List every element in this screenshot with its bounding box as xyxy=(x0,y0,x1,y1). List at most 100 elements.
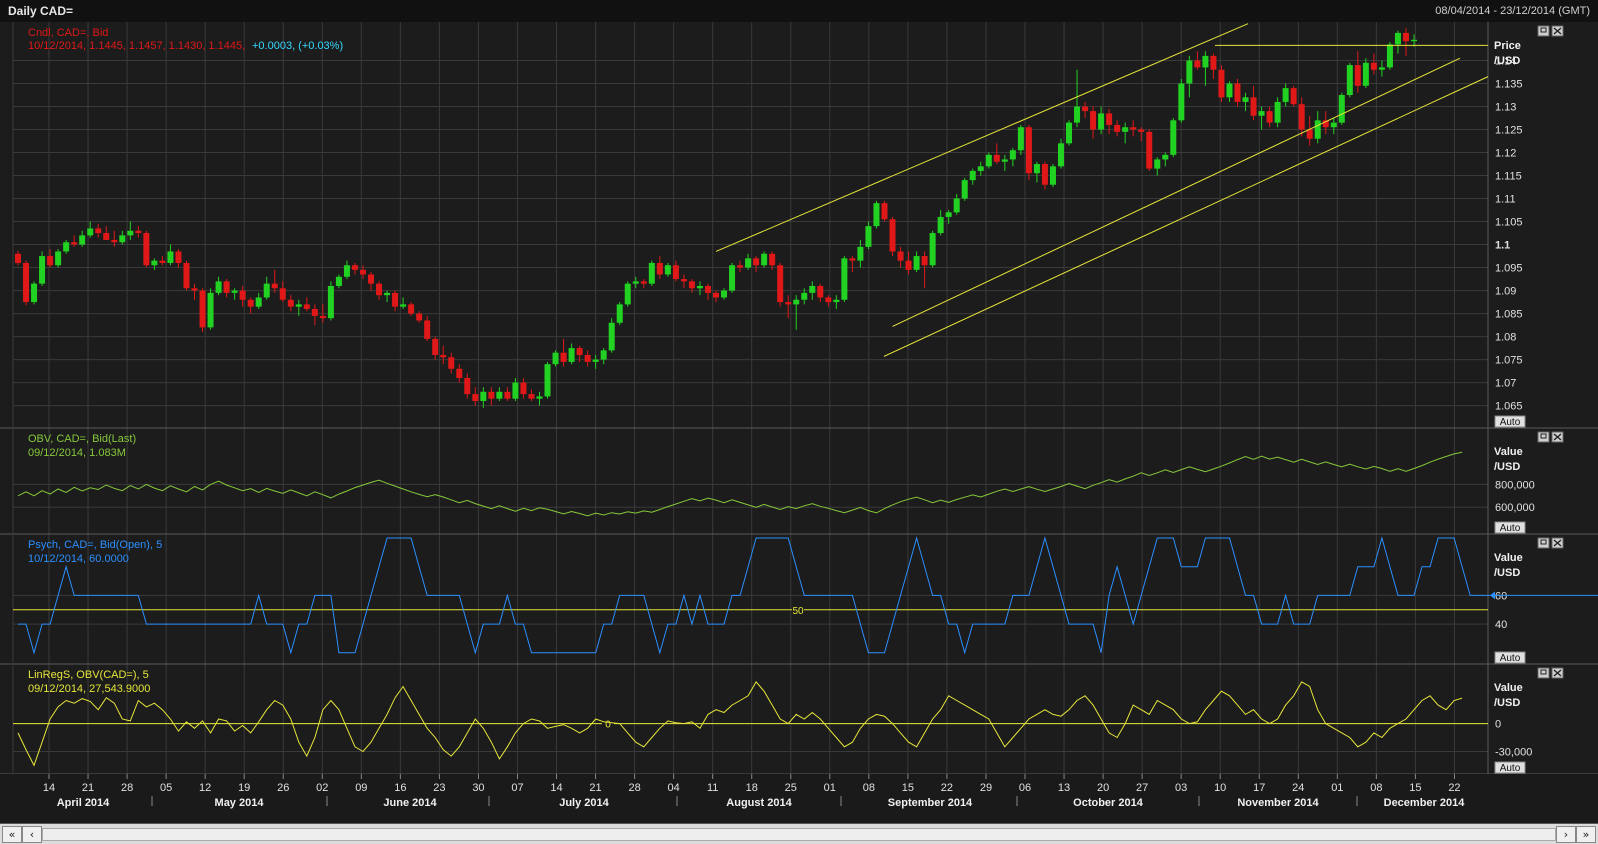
y-tick-label: 1.125 xyxy=(1495,125,1523,137)
y-tick-label: 1.11 xyxy=(1495,194,1516,206)
candle xyxy=(1033,164,1040,174)
candle xyxy=(271,283,278,289)
candle xyxy=(1298,104,1305,130)
candle xyxy=(143,233,150,266)
candle xyxy=(215,281,222,293)
candle xyxy=(1234,83,1241,102)
y-tick-label: 1.08 xyxy=(1495,332,1516,344)
candle xyxy=(416,313,423,321)
legend-title: OBV, CAD=, Bid(Last) xyxy=(28,433,136,445)
candle xyxy=(127,230,134,236)
candle xyxy=(953,198,960,213)
candle xyxy=(1250,97,1257,116)
month-label: December 2014 xyxy=(1384,797,1466,809)
candle xyxy=(568,348,575,362)
candle xyxy=(480,391,487,401)
time-tick-label: 29 xyxy=(980,782,992,794)
candle xyxy=(1218,69,1225,98)
time-tick-label: 14 xyxy=(43,782,55,794)
candle xyxy=(1186,60,1193,84)
candle xyxy=(1314,120,1321,139)
candle xyxy=(392,292,399,307)
candle xyxy=(31,283,38,303)
time-tick-label: 18 xyxy=(746,782,758,794)
candle xyxy=(1098,113,1105,130)
candle xyxy=(408,304,415,314)
candle xyxy=(1282,88,1289,102)
month-label: April 2014 xyxy=(57,797,110,809)
candle xyxy=(79,235,86,245)
candle xyxy=(1178,83,1185,121)
candle xyxy=(753,258,760,266)
chart-canvas[interactable]: 1.141.1351.131.1251.121.1151.111.1051.11… xyxy=(0,22,1598,823)
candle xyxy=(825,297,832,303)
candle xyxy=(111,239,118,243)
candle xyxy=(1226,83,1233,98)
candle xyxy=(1210,55,1217,70)
candle xyxy=(785,302,792,305)
candle xyxy=(400,304,407,307)
candle xyxy=(664,265,671,275)
candle xyxy=(103,233,110,240)
y-tick-label: 0 xyxy=(1495,719,1501,731)
candle xyxy=(905,260,912,270)
candle xyxy=(584,354,591,362)
candle xyxy=(1146,131,1153,169)
time-tick-label: 04 xyxy=(668,782,680,794)
chart-title: Daily CAD= xyxy=(8,4,74,18)
unit-label: Value xyxy=(1494,682,1523,694)
candle xyxy=(303,304,310,309)
candle xyxy=(520,382,527,395)
candle xyxy=(592,359,599,362)
legend-candle-change: +0.0003, (+0.03%) xyxy=(252,40,343,52)
auto-scale-label: Auto xyxy=(1500,417,1521,428)
legend-candle-title: Cndl, CAD=, Bid xyxy=(28,27,108,39)
time-tick-label: 13 xyxy=(1058,782,1070,794)
y-tick-label: 1.135 xyxy=(1495,79,1523,91)
candle xyxy=(1090,111,1097,130)
candle xyxy=(793,299,800,305)
candle xyxy=(1122,127,1129,132)
scroll-left-icon[interactable]: ‹ xyxy=(22,826,42,843)
candle xyxy=(368,274,375,284)
scroll-right-icon[interactable]: › xyxy=(1556,826,1576,843)
legend-candle-values: 10/12/2014, 1.1445, 1.1457, 1.1430, 1.14… xyxy=(28,40,245,52)
month-label: October 2014 xyxy=(1073,797,1144,809)
candle xyxy=(881,203,888,220)
candle xyxy=(937,216,944,234)
candle xyxy=(279,288,286,300)
candle xyxy=(696,285,703,289)
scroll-fast-forward-icon[interactable]: » xyxy=(1576,826,1596,843)
time-tick-label: 30 xyxy=(472,782,484,794)
candle xyxy=(496,391,503,399)
candle xyxy=(1402,32,1409,42)
time-scrollbar[interactable]: « ‹ › » xyxy=(0,823,1598,844)
candle xyxy=(255,297,262,307)
candle xyxy=(921,256,928,266)
candle xyxy=(761,253,768,266)
candle xyxy=(616,304,623,323)
candle xyxy=(1106,113,1113,125)
y-tick-label: 1.095 xyxy=(1495,263,1523,275)
candle xyxy=(688,281,695,289)
legend-title: LinRegS, OBV(CAD=), 5 xyxy=(28,669,149,681)
candle xyxy=(1274,101,1281,123)
candle xyxy=(969,170,976,181)
time-tick-label: 05 xyxy=(160,782,172,794)
candle xyxy=(1138,129,1145,132)
candle xyxy=(536,396,543,399)
candle xyxy=(1114,124,1121,132)
month-label: September 2014 xyxy=(888,797,973,809)
month-label: August 2014 xyxy=(726,797,792,809)
scroll-track[interactable] xyxy=(42,828,1556,841)
month-label: July 2014 xyxy=(559,797,609,809)
scroll-fast-back-icon[interactable]: « xyxy=(2,826,22,843)
candle xyxy=(849,258,856,261)
y-tick-label: 1.13 xyxy=(1495,102,1516,114)
candle xyxy=(23,262,30,303)
legend-title: Psych, CAD=, Bid(Open), 5 xyxy=(28,539,162,551)
candle xyxy=(1066,122,1073,144)
time-tick-label: 21 xyxy=(589,782,601,794)
candle xyxy=(857,246,864,261)
candle xyxy=(1017,127,1024,151)
